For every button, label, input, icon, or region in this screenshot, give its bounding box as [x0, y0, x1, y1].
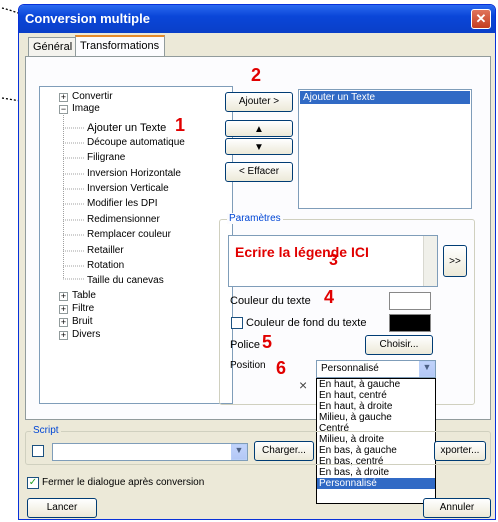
dropdown-item[interactable]: En haut, à gauche — [317, 379, 435, 390]
annotation-6: 6 — [276, 358, 287, 378]
bg-color-swatch[interactable] — [389, 314, 431, 332]
tree-item-inversion-v[interactable]: Inversion Verticale — [87, 183, 169, 194]
tree-item-dpi[interactable]: Modifier les DPI — [87, 198, 158, 209]
tree-item-taille-canevas[interactable]: Taille du canevas — [87, 275, 164, 286]
chevron-down-icon[interactable]: ▼ — [231, 444, 247, 460]
expand-convertir[interactable]: + — [59, 93, 68, 102]
tree-item-filtre[interactable]: Filtre — [72, 303, 94, 314]
dropdown-item[interactable]: En haut, centré — [317, 390, 435, 401]
more-button[interactable]: >> — [443, 245, 467, 277]
script-label: Script — [31, 425, 61, 436]
tree-item-bruit[interactable]: Bruit — [72, 316, 93, 327]
position-select[interactable]: Personnalisé ▼ — [316, 360, 436, 378]
move-up-button[interactable]: ▲ — [225, 120, 293, 137]
tree-item-rotation[interactable]: Rotation — [87, 260, 124, 271]
annotation-5: 5 — [262, 332, 273, 352]
export-script-button[interactable]: xporter... — [434, 441, 486, 461]
title-bar: Conversion multiple ✕ — [19, 5, 495, 33]
annotation-1: 1 — [175, 115, 186, 135]
dropdown-item[interactable]: En haut, à droite — [317, 401, 435, 412]
tree-item-convertir[interactable]: Convertir — [72, 91, 113, 102]
tree-item-retailler[interactable]: Retailler — [87, 245, 124, 256]
tree-lines — [63, 113, 85, 280]
font-label: Police — [230, 339, 260, 351]
text-color-swatch[interactable] — [389, 292, 431, 310]
script-checkbox[interactable] — [32, 445, 44, 457]
caption-text: Ecrire la légende ICI — [235, 244, 369, 260]
bg-color-checkbox[interactable] — [231, 317, 243, 329]
annotation-4: 4 — [324, 287, 335, 307]
annotation-3: 3 — [329, 252, 338, 269]
expand-divers[interactable]: + — [59, 331, 68, 340]
annotation-2: 2 — [251, 65, 262, 85]
parameters-label: Paramètres — [227, 213, 283, 224]
dropdown-item[interactable]: En bas, à droite — [317, 467, 435, 478]
caption-scrollbar[interactable] — [423, 236, 437, 286]
tree-item-redimensionner[interactable]: Redimensionner — [87, 214, 160, 225]
text-color-label: Couleur du texte — [230, 295, 311, 307]
close-button[interactable]: ✕ — [471, 9, 491, 29]
expand-bruit[interactable]: + — [59, 318, 68, 327]
move-down-button[interactable]: ▼ — [225, 138, 293, 155]
clear-button[interactable]: < Effacer — [225, 162, 293, 182]
x-mark: × — [299, 377, 308, 393]
script-select[interactable]: ▼ — [52, 443, 248, 461]
tree-item-remplacer[interactable]: Remplacer couleur — [87, 229, 171, 240]
tab-transformations[interactable]: Transformations — [75, 35, 165, 57]
tab-general[interactable]: Général — [28, 37, 76, 57]
tree-item-decoupe[interactable]: Découpe automatique — [87, 137, 185, 148]
expand-filtre[interactable]: + — [59, 305, 68, 314]
selected-transforms-list[interactable]: Ajouter un Texte — [298, 89, 472, 209]
cancel-button[interactable]: Annuler — [423, 498, 491, 518]
chevron-down-icon[interactable]: ▼ — [419, 361, 435, 377]
tree-item-filigrane[interactable]: Filigrane — [87, 152, 125, 163]
load-script-button[interactable]: Charger... — [254, 441, 314, 461]
position-label: Position — [230, 360, 266, 371]
window-title: Conversion multiple — [25, 11, 150, 26]
position-value: Personnalisé — [321, 363, 379, 374]
list-item[interactable]: Ajouter un Texte — [300, 91, 470, 104]
tree-item-inversion-h[interactable]: Inversion Horizontale — [87, 168, 181, 179]
choose-font-button[interactable]: Choisir... — [365, 335, 433, 355]
close-after-checkbox[interactable]: ✓ — [27, 477, 39, 489]
conversion-dialog: Conversion multiple ✕ Général Transforma… — [18, 4, 496, 520]
expand-table[interactable]: + — [59, 292, 68, 301]
tree-item-table[interactable]: Table — [72, 290, 96, 301]
dropdown-item[interactable]: Milieu, à gauche — [317, 412, 435, 423]
close-after-label: Fermer le dialogue après conversion — [42, 477, 205, 488]
tree-item-ajouter-texte[interactable]: Ajouter un Texte — [87, 122, 166, 134]
tree-item-divers[interactable]: Divers — [72, 329, 100, 340]
dropdown-item-selected[interactable]: Personnalisé — [317, 478, 435, 489]
bg-color-label: Couleur de fond du texte — [246, 317, 367, 329]
add-button[interactable]: Ajouter > — [225, 92, 293, 112]
launch-button[interactable]: Lancer — [27, 498, 97, 518]
